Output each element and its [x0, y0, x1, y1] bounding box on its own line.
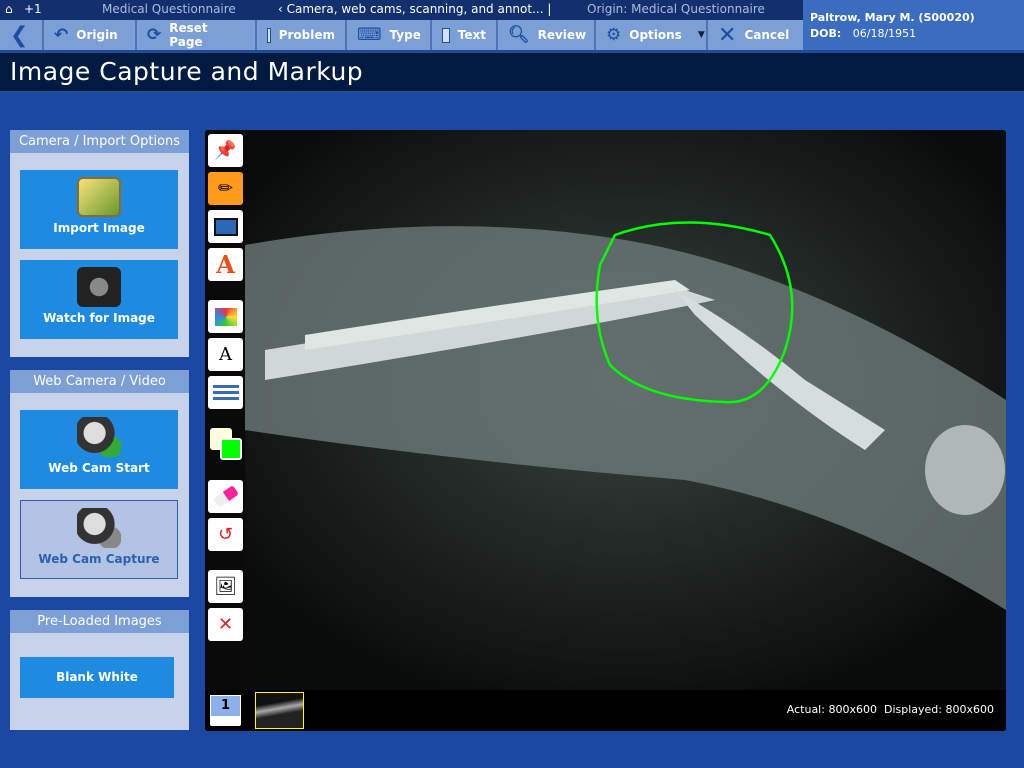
- origin-label: Origin: Medical Questionnaire: [587, 2, 765, 16]
- origin-button[interactable]: ↶ Origin: [44, 20, 137, 50]
- options-label: Options: [629, 28, 682, 42]
- page-number: 1: [210, 695, 241, 717]
- origin-label: Origin: [76, 28, 118, 42]
- top-bar: ⌂ +1 Medical Questionnaire ‹ Camera, web…: [0, 0, 803, 20]
- camera-icon: [77, 267, 121, 307]
- markup-toolbar: 📌 ✏ A A ↺ 🖼 ✕: [205, 130, 245, 690]
- form-title[interactable]: Medical Questionnaire: [102, 2, 236, 16]
- eraser-icon[interactable]: [208, 480, 243, 513]
- back-button[interactable]: ❮: [0, 20, 44, 50]
- pen-color-swatch[interactable]: [220, 438, 242, 460]
- preloaded-panel: Pre-Loaded Images Blank White: [10, 610, 189, 730]
- webcam-start-button[interactable]: Web Cam Start: [20, 410, 178, 489]
- cancel-label: Cancel: [744, 28, 790, 42]
- camera-import-panel: Camera / Import Options Import Image Wat…: [10, 130, 189, 357]
- actual-label: Actual:: [786, 703, 825, 716]
- pencil-icon[interactable]: ✏: [208, 172, 243, 205]
- reset-label: Reset Page: [169, 21, 208, 49]
- import-image-button[interactable]: Import Image: [20, 170, 178, 249]
- text-color-icon[interactable]: A: [208, 338, 243, 371]
- review-search-icon: 🔍︎: [508, 25, 530, 45]
- delete-image-icon[interactable]: ✕: [208, 608, 243, 641]
- text-label: Text: [457, 28, 486, 42]
- type-button[interactable]: ⌨ Type: [347, 20, 432, 50]
- webcam-play-icon: [77, 417, 121, 457]
- displayed-size: 800x600: [945, 703, 994, 716]
- image-viewer: 📌 ✏ A A ↺ 🖼 ✕ 1 Actual: 800x600 Displaye…: [205, 130, 1006, 731]
- keyboard-icon: ⌨: [357, 25, 382, 45]
- watch-label: Watch for Image: [43, 311, 155, 325]
- copy-image-icon[interactable]: 🖼: [208, 570, 243, 603]
- dob-label: DOB:: [810, 27, 842, 40]
- toolbar: ❮ ↶ Origin ⟳ Reset Page Problem ⌨ Type Text…: [0, 20, 803, 50]
- cancel-button[interactable]: ✕ Cancel: [708, 20, 803, 50]
- home-icon[interactable]: ⌂: [5, 2, 13, 16]
- chevron-left-icon: ❮: [10, 22, 29, 48]
- image-size-info: Actual: 800x600 Displayed: 800x600: [787, 703, 994, 716]
- start-label: Web Cam Start: [48, 461, 150, 475]
- xray-image[interactable]: [245, 130, 1006, 690]
- text-tool-icon[interactable]: A: [208, 248, 243, 281]
- image-thumbnail[interactable]: [255, 692, 304, 729]
- capture-label: Web Cam Capture: [38, 552, 160, 566]
- panel-header: Web Camera / Video: [10, 370, 189, 393]
- import-label: Import Image: [53, 221, 145, 235]
- watch-for-image-button[interactable]: Watch for Image: [20, 260, 178, 339]
- text-button[interactable]: Text: [432, 20, 498, 50]
- review-label: Review: [537, 28, 587, 42]
- home-count: +1: [24, 2, 42, 16]
- panel-header: Camera / Import Options: [10, 130, 189, 153]
- blank-white-button[interactable]: Blank White: [20, 657, 174, 698]
- gear-icon: ⚙: [606, 25, 622, 45]
- return-arrow-icon: ↶: [54, 25, 69, 45]
- chevron-down-icon: ▼: [697, 30, 705, 40]
- problem-button[interactable]: Problem: [257, 20, 347, 50]
- line-width-icon[interactable]: [208, 376, 243, 409]
- wrist-bones: [925, 425, 1005, 515]
- page-title: Image Capture and Markup: [0, 52, 1024, 92]
- color-palette-icon[interactable]: [208, 300, 243, 333]
- webcam-panel: Web Camera / Video Web Cam Start Web Cam…: [10, 370, 189, 597]
- dob-value: 06/18/1951: [852, 27, 917, 40]
- type-label: Type: [389, 28, 421, 42]
- close-icon: ✕: [718, 22, 737, 48]
- options-button[interactable]: ⚙ Options ▼: [596, 20, 708, 50]
- reset-page-button[interactable]: ⟳ Reset Page: [137, 20, 257, 50]
- panel-header: Pre-Loaded Images: [10, 610, 189, 633]
- undo-clear-icon[interactable]: ↺: [208, 518, 243, 551]
- crop-icon[interactable]: [208, 210, 243, 243]
- page-number-box[interactable]: 1: [210, 695, 241, 726]
- refresh-icon: ⟳: [147, 25, 162, 45]
- webcam-check-icon: [77, 508, 121, 548]
- displayed-label: Displayed:: [883, 703, 942, 716]
- patient-name: Paltrow, Mary M. (S00020): [810, 11, 975, 24]
- actual-size: 800x600: [828, 703, 877, 716]
- page-title-nav[interactable]: ‹ Camera, web cams, scanning, and annot.…: [278, 2, 551, 16]
- review-button[interactable]: 🔍︎ Review: [498, 20, 596, 50]
- checkbox-icon: [442, 27, 450, 43]
- checkbox-icon: [267, 27, 271, 43]
- webcam-capture-button[interactable]: Web Cam Capture: [20, 500, 178, 579]
- thumbnail-strip: 1 Actual: 800x600 Displayed: 800x600: [205, 690, 1006, 731]
- patient-info: Paltrow, Mary M. (S00020) DOB: 06/18/195…: [803, 0, 1024, 50]
- sticky-note-icon[interactable]: 📌: [208, 134, 243, 167]
- image-folder-icon: [77, 177, 121, 217]
- problem-label: Problem: [278, 28, 335, 42]
